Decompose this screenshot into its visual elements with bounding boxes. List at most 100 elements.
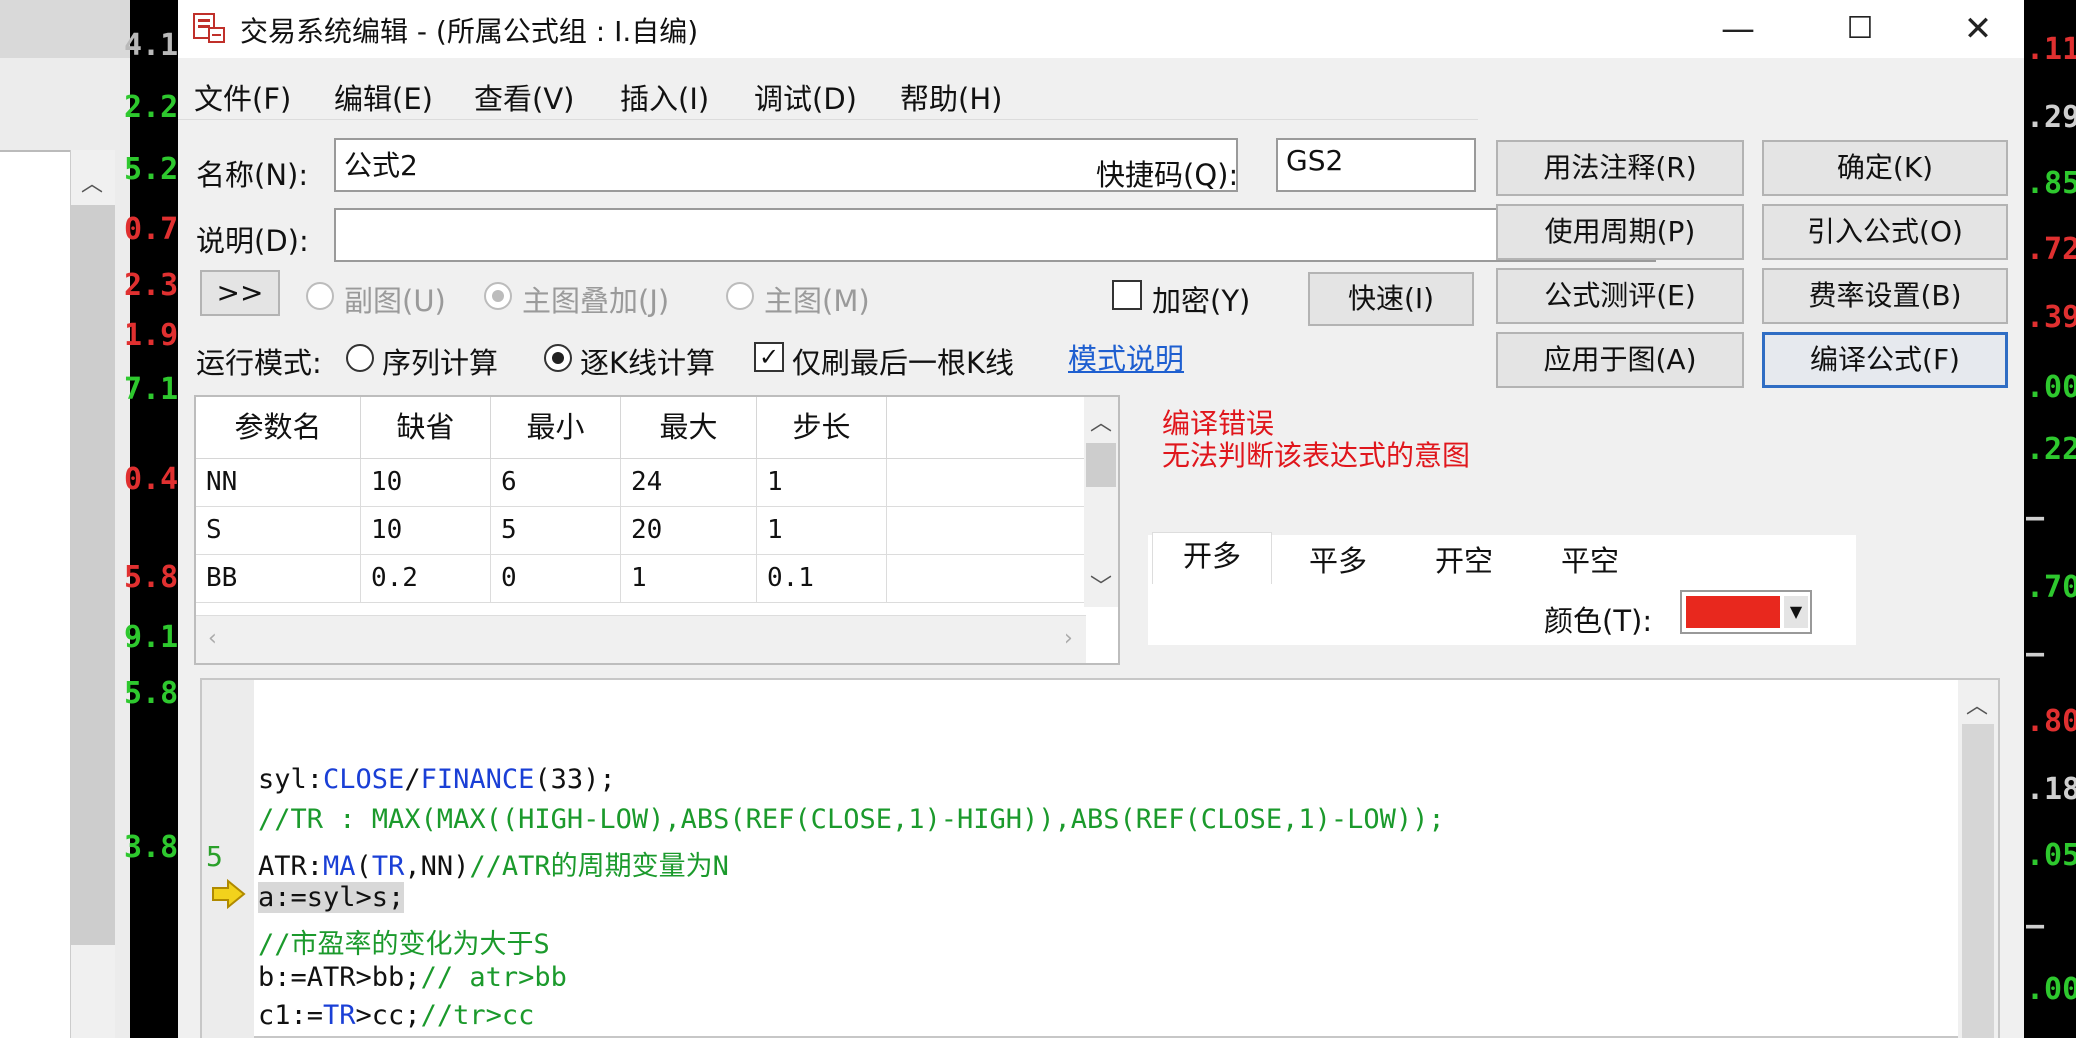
table-cell bbox=[887, 459, 1085, 507]
code-keyword: TR bbox=[371, 851, 405, 882]
column-header-param-name[interactable]: 参数名 bbox=[196, 397, 361, 459]
column-header-min[interactable]: 最小 bbox=[491, 397, 621, 459]
code-token: syl: bbox=[258, 764, 324, 795]
ticker-value: — bbox=[2026, 636, 2045, 671]
menu-insert[interactable]: 插入(I) bbox=[620, 76, 709, 118]
table-cell[interactable]: 10 bbox=[361, 507, 491, 555]
formula-evaluate-button[interactable]: 公式测评(E) bbox=[1496, 268, 1744, 324]
window-title: 交易系统编辑 - (所属公式组 : I.自编) bbox=[240, 15, 699, 48]
code-token: b:=ATR>bb; bbox=[258, 962, 421, 993]
table-cell[interactable]: 1 bbox=[757, 507, 887, 555]
editor-vertical-scrollbar[interactable]: ︿ bbox=[1958, 680, 1998, 1038]
table-horizontal-scrollbar[interactable]: ‹ › bbox=[196, 615, 1086, 663]
scroll-thumb[interactable] bbox=[71, 205, 115, 945]
ticker-value: .72 bbox=[2026, 232, 2076, 267]
table-cell[interactable]: 6 bbox=[491, 459, 621, 507]
apply-to-chart-button[interactable]: 应用于图(A) bbox=[1496, 332, 1744, 388]
tab-close-short[interactable]: 平空 bbox=[1530, 538, 1650, 586]
ticker-value: .11 bbox=[2026, 32, 2076, 67]
ticker-value: 0.7 bbox=[124, 212, 179, 247]
radio-overlay[interactable] bbox=[484, 282, 512, 310]
scroll-up-icon[interactable]: ︿ bbox=[1966, 688, 1988, 720]
column-header-default[interactable]: 缺省 bbox=[361, 397, 491, 459]
radio-mainchart-label: 主图(M) bbox=[764, 284, 870, 318]
radio-mainchart[interactable] bbox=[726, 282, 754, 310]
table-cell[interactable]: S bbox=[196, 507, 361, 555]
table-cell bbox=[887, 555, 1085, 603]
background-scrollbar[interactable]: ︿ bbox=[70, 150, 115, 1038]
table-cell[interactable]: NN bbox=[196, 459, 361, 507]
menu-help[interactable]: 帮助(H) bbox=[900, 76, 1002, 118]
tab-close-long[interactable]: 平多 bbox=[1278, 538, 1398, 586]
table-cell[interactable]: 5 bbox=[491, 507, 621, 555]
table-cell[interactable]: 0 bbox=[491, 555, 621, 603]
table-cell[interactable]: 0.1 bbox=[757, 555, 887, 603]
minimize-button[interactable]: — bbox=[1708, 4, 1768, 54]
ticker-value: 9.1 bbox=[124, 620, 179, 655]
scroll-down-icon[interactable]: ﹀ bbox=[1090, 569, 1112, 601]
use-period-button[interactable]: 使用周期(P) bbox=[1496, 204, 1744, 260]
column-header-max[interactable]: 最大 bbox=[621, 397, 757, 459]
run-mode-label: 运行模式: bbox=[196, 346, 322, 380]
code-token: ,NN) bbox=[404, 851, 470, 882]
tab-open-long[interactable]: 开多 bbox=[1152, 532, 1272, 584]
table-cell[interactable]: 0.2 bbox=[361, 555, 491, 603]
table-cell[interactable]: 24 bbox=[621, 459, 757, 507]
tab-open-short[interactable]: 开空 bbox=[1404, 538, 1524, 586]
column-header-step[interactable]: 步长 bbox=[757, 397, 887, 459]
encrypt-label: 加密(Y) bbox=[1152, 284, 1251, 318]
name-label: 名称(N): bbox=[196, 158, 309, 192]
code-token: / bbox=[404, 764, 421, 795]
description-input[interactable] bbox=[334, 208, 1656, 262]
scroll-up-icon[interactable]: ︿ bbox=[1090, 405, 1112, 437]
menu-file[interactable]: 文件(F) bbox=[194, 76, 291, 118]
ticker-value: 5.2 bbox=[124, 152, 179, 187]
shortcut-input[interactable]: GS2 bbox=[1276, 138, 1476, 192]
code-editor[interactable]: 5 syl:CLOSE/FINANCE(33); //TR : MAX(MAX(… bbox=[200, 678, 2000, 1038]
menu-edit[interactable]: 编辑(E) bbox=[334, 76, 433, 118]
table-cell[interactable]: 20 bbox=[621, 507, 757, 555]
code-token: >cc; bbox=[355, 1000, 421, 1031]
mode-help-link[interactable]: 模式说明 bbox=[1068, 336, 1184, 378]
menu-bar: 文件(F) 编辑(E) 查看(V) 插入(I) 调试(D) 帮助(H) bbox=[178, 70, 1478, 120]
radio-sequence-calc-label: 序列计算 bbox=[382, 346, 499, 380]
table-cell[interactable]: BB bbox=[196, 555, 361, 603]
background-app-left: ︿ bbox=[0, 0, 180, 1038]
usage-notes-button[interactable]: 用法注释(R) bbox=[1496, 140, 1744, 196]
code-keyword: FINANCE bbox=[420, 764, 535, 795]
maximize-button[interactable]: ☐ bbox=[1830, 4, 1890, 54]
table-vertical-scrollbar[interactable]: ︿ ﹀ bbox=[1084, 397, 1118, 607]
menu-debug[interactable]: 调试(D) bbox=[754, 76, 857, 118]
table-cell[interactable]: 1 bbox=[757, 459, 887, 507]
close-button[interactable]: ✕ bbox=[1948, 4, 2008, 54]
color-picker[interactable]: ▼ bbox=[1680, 590, 1812, 634]
scroll-up-icon[interactable]: ︿ bbox=[81, 166, 103, 198]
fast-button[interactable]: 快速(I) bbox=[1308, 272, 1474, 326]
table-cell[interactable]: 1 bbox=[621, 555, 757, 603]
radio-subchart[interactable] bbox=[306, 282, 334, 310]
expand-button[interactable]: >> bbox=[200, 270, 280, 316]
ticker-value: 5.8 bbox=[124, 560, 179, 595]
menu-view[interactable]: 查看(V) bbox=[474, 76, 574, 118]
encrypt-checkbox[interactable] bbox=[1112, 280, 1142, 310]
refresh-last-bar-checkbox[interactable]: ✓ bbox=[754, 342, 784, 372]
scroll-thumb[interactable] bbox=[1086, 443, 1116, 487]
radio-per-bar-calc[interactable] bbox=[544, 344, 572, 372]
compile-formula-button[interactable]: 编译公式(F) bbox=[1762, 332, 2008, 388]
scroll-thumb[interactable] bbox=[1962, 724, 1994, 1038]
code-line-5: //市盈率的变化为大于S bbox=[258, 929, 550, 960]
fee-settings-button[interactable]: 费率设置(B) bbox=[1762, 268, 2008, 324]
scroll-right-icon[interactable]: › bbox=[1064, 626, 1073, 651]
import-formula-button[interactable]: 引入公式(O) bbox=[1762, 204, 2008, 260]
ticker-value: 0.4 bbox=[124, 462, 179, 497]
ok-button[interactable]: 确定(K) bbox=[1762, 140, 2008, 196]
code-comment: // atr>bb bbox=[420, 962, 567, 993]
table-cell[interactable]: 10 bbox=[361, 459, 491, 507]
radio-sequence-calc[interactable] bbox=[346, 344, 374, 372]
ticker-value: 5.8 bbox=[124, 676, 179, 711]
scroll-left-icon[interactable]: ‹ bbox=[208, 626, 217, 651]
ticker-value: .80 bbox=[2026, 704, 2076, 739]
ticker-value: .00 bbox=[2026, 370, 2076, 405]
dropdown-arrow-icon[interactable]: ▼ bbox=[1784, 596, 1808, 628]
color-swatch bbox=[1686, 596, 1780, 628]
